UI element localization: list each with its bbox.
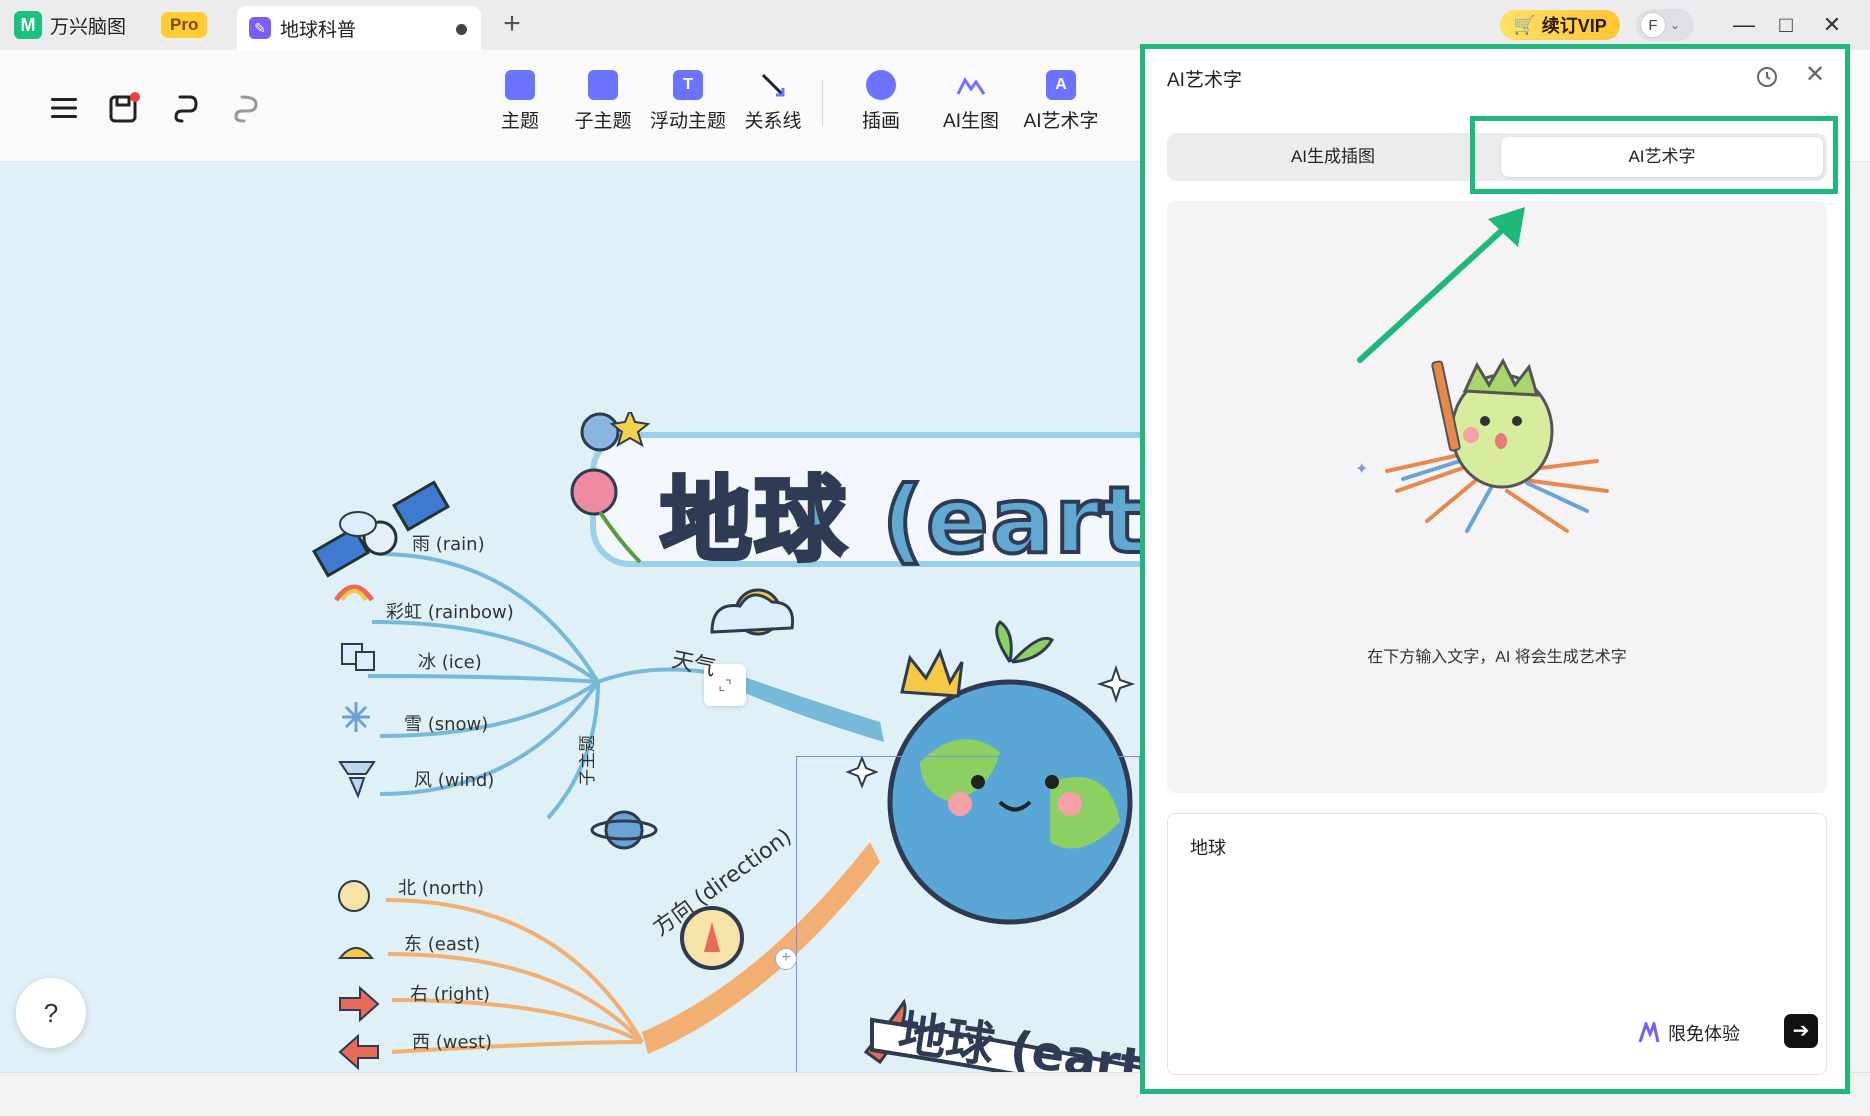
free-trial-badge: 限免体验 xyxy=(1638,1020,1740,1046)
left-arrow-icon xyxy=(338,1033,379,1071)
topic-icon xyxy=(505,70,535,100)
history-icon[interactable] xyxy=(1755,65,1779,89)
weather-leaf[interactable]: 风 (wind) xyxy=(414,766,494,792)
mindmap-canvas[interactable]: 地球 (eart ⌞⌝ + 地球 (earth) 天气 子主题 方向 (dire… xyxy=(0,162,1140,1072)
ice-cube-icon xyxy=(341,643,375,671)
subtopic-branch-label[interactable]: 子主题 xyxy=(573,735,598,786)
tornado-icon xyxy=(338,761,376,799)
ai-art-text-tool-label: AI艺术字 xyxy=(1023,111,1099,132)
right-arrow-icon xyxy=(339,985,380,1023)
app-logo-icon: M xyxy=(14,11,42,39)
document-tab-label: 地球科普 xyxy=(280,19,357,41)
center-ribbon[interactable]: 地球 (earth) xyxy=(862,1000,1140,1072)
subtopic-tool-button[interactable]: 子主题 xyxy=(563,70,643,133)
add-node-handle[interactable]: + xyxy=(775,948,797,970)
tab-highlight-box xyxy=(1470,116,1838,194)
topic-tool-button[interactable]: 主题 xyxy=(480,70,560,133)
title-banner[interactable]: 地球 (eart xyxy=(530,412,1140,587)
direction-leaf[interactable]: 北 (north) xyxy=(398,874,484,900)
help-button[interactable]: ? xyxy=(16,978,86,1048)
art-text-input-value: 地球 xyxy=(1190,838,1226,858)
direction-leaf[interactable]: 东 (east) xyxy=(404,930,480,956)
relation-line-tool-button[interactable]: 关系线 xyxy=(733,70,813,133)
ai-image-tool-button[interactable]: AI生图 xyxy=(931,70,1011,133)
close-panel-button[interactable]: ✕ xyxy=(1801,61,1829,89)
subtopic-icon xyxy=(588,70,618,100)
art-text-input[interactable]: 地球 限免体验 ➔ xyxy=(1167,813,1827,1075)
snowflake-icon xyxy=(342,702,370,732)
minimize-button[interactable]: — xyxy=(1724,8,1764,42)
floating-topic-icon: T xyxy=(673,70,703,100)
app-name: 万兴脑图 xyxy=(50,16,127,38)
maximize-button[interactable]: □ xyxy=(1766,8,1806,42)
ai-art-text-tool-button[interactable]: A AI艺术字 xyxy=(1021,70,1101,133)
rain-cloud-icon xyxy=(339,511,377,537)
panel-title: AI艺术字 xyxy=(1167,70,1242,91)
direction-leaf[interactable]: 右 (right) xyxy=(410,980,490,1006)
pro-badge[interactable]: Pro xyxy=(161,12,208,38)
flower-decoration-icon xyxy=(570,412,651,564)
cart-icon: 🛒 xyxy=(1513,14,1536,35)
save-icon[interactable] xyxy=(106,90,142,126)
document-tab[interactable]: ✎ 地球科普 xyxy=(237,6,481,50)
brand-logo-icon xyxy=(1638,1022,1660,1043)
toolbar-divider xyxy=(822,80,823,126)
avatar-letter: F xyxy=(1640,12,1666,38)
north-compass-icon xyxy=(338,880,370,912)
renew-vip-label: 续订VIP xyxy=(1541,16,1607,36)
subtopic-tool-label: 子主题 xyxy=(574,111,632,132)
direction-leaf[interactable]: 西 (west) xyxy=(412,1028,492,1054)
weather-leaf[interactable]: 雨 (rain) xyxy=(412,530,485,556)
send-button[interactable]: ➔ xyxy=(1784,1014,1818,1048)
app-tab[interactable]: M 万兴脑图 xyxy=(14,8,126,42)
weather-cloud-icon xyxy=(710,588,795,636)
free-trial-label: 限免体验 xyxy=(1668,1024,1740,1044)
avatar[interactable]: F ⌄ xyxy=(1636,9,1694,41)
illustration-icon xyxy=(866,70,896,100)
ai-image-tool-label: AI生图 xyxy=(943,111,999,132)
crown-icon xyxy=(900,648,964,698)
satellite-icon xyxy=(312,480,450,578)
planet-icon xyxy=(590,810,658,850)
floating-topic-tool-button[interactable]: T 浮动主题 xyxy=(648,70,728,133)
annotation-arrow-icon xyxy=(1357,207,1525,363)
unsaved-dot-icon[interactable] xyxy=(456,24,467,35)
tab-ai-illustration[interactable]: AI生成插图 xyxy=(1171,137,1495,177)
weather-leaf[interactable]: 彩虹 (rainbow) xyxy=(386,598,514,624)
ai-image-icon xyxy=(956,70,986,100)
title-bar: M 万兴脑图 Pro ✎ 地球科普 + 🛒 续订VIP F ⌄ — □ ✕ xyxy=(0,0,1870,50)
mascot-illustration xyxy=(1385,357,1609,533)
close-window-button[interactable]: ✕ xyxy=(1812,8,1852,42)
floating-topic-tool-label: 浮动主题 xyxy=(649,111,726,132)
weather-leaf[interactable]: 雪 (snow) xyxy=(404,710,488,736)
sunrise-icon xyxy=(337,947,375,959)
banner-title: 地球 (eart xyxy=(658,465,1140,576)
chevron-down-icon: ⌄ xyxy=(1670,18,1681,32)
new-tab-button[interactable]: + xyxy=(497,6,527,42)
renew-vip-button[interactable]: 🛒 续订VIP xyxy=(1500,10,1620,40)
illustration-tool-button[interactable]: 插画 xyxy=(841,70,921,133)
relation-line-icon xyxy=(758,70,788,100)
illustration-tool-label: 插画 xyxy=(861,111,900,132)
menu-icon[interactable] xyxy=(46,90,82,126)
undo-icon[interactable] xyxy=(168,90,204,126)
ai-art-text-icon: A xyxy=(1046,70,1076,100)
relation-line-tool-label: 关系线 xyxy=(744,111,802,132)
preview-hint: 在下方输入文字，AI 将会生成艺术字 xyxy=(1367,649,1627,666)
weather-leaf[interactable]: 冰 (ice) xyxy=(418,648,482,674)
redo-icon[interactable] xyxy=(228,90,264,126)
rainbow-icon xyxy=(333,584,375,602)
document-icon: ✎ xyxy=(249,17,271,39)
topic-tool-label: 主题 xyxy=(500,111,539,132)
